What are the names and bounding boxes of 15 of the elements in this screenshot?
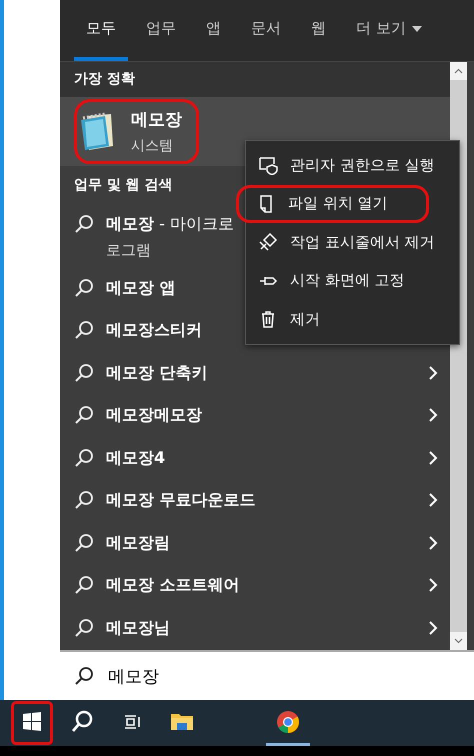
suggestion-text: 메모장 무료다운로드: [106, 490, 256, 512]
suggestion-text: 메모장스티커: [106, 320, 202, 342]
suggestion-text: 메모장림: [106, 532, 170, 554]
suggestion-text: 메모장 앱: [106, 278, 176, 299]
suggestion-text: 메모장 단축키: [106, 362, 208, 384]
section-header: 업무 및 웹 검색: [74, 176, 173, 194]
app-name: 메모장: [131, 108, 182, 131]
app-category: 시스템: [131, 136, 174, 155]
suggestion-text: 메모장님: [106, 618, 170, 639]
suggestion-text: 메모장 소프트웨어: [106, 575, 240, 596]
suggestion-text: 메모장4: [106, 448, 166, 469]
suggestion-text: 메모장메모장: [106, 405, 202, 426]
suggestion-text: 메모장 - 마이크로: [106, 214, 234, 235]
section-header: 가장 정확: [74, 70, 135, 88]
suggestion-text: 로그램: [106, 240, 151, 260]
